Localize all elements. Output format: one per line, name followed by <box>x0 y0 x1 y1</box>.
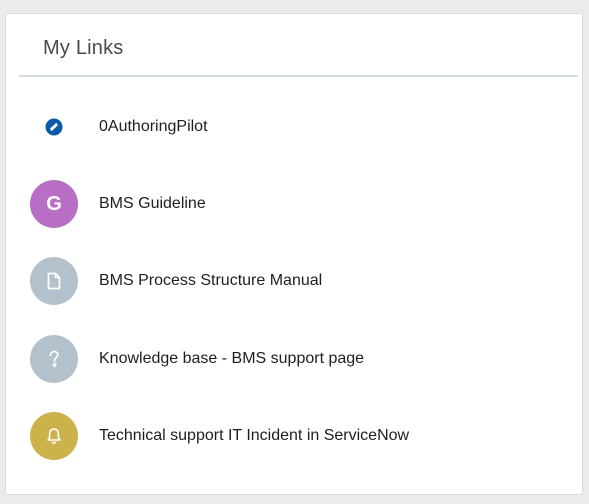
link-technical-support[interactable]: Technical support IT Incident in Service… <box>30 412 550 460</box>
question-mark-icon <box>30 335 78 383</box>
link-label: BMS Process Structure Manual <box>99 272 323 289</box>
link-label: 0AuthoringPilot <box>99 118 208 135</box>
title-divider <box>19 75 578 77</box>
link-label: Technical support IT Incident in Service… <box>99 427 410 444</box>
link-knowledge-base[interactable]: Knowledge base - BMS support page <box>30 335 550 383</box>
card-title: My Links <box>43 37 124 59</box>
avatar-letter: G <box>46 192 62 215</box>
link-bms-guideline[interactable]: G BMS Guideline <box>30 180 550 228</box>
letter-g-avatar: G <box>30 180 78 228</box>
link-label: Knowledge base - BMS support page <box>99 350 365 367</box>
bell-icon <box>30 412 78 460</box>
link-0authoringpilot[interactable]: 0AuthoringPilot <box>30 103 550 151</box>
my-links-card: My Links 0AuthoringPilot G BMS Guideline <box>5 13 583 495</box>
link-bms-process-structure-manual[interactable]: BMS Process Structure Manual <box>30 257 550 305</box>
authoring-pilot-logo-icon <box>30 103 78 151</box>
document-icon <box>30 257 78 305</box>
link-label: BMS Guideline <box>99 195 206 212</box>
